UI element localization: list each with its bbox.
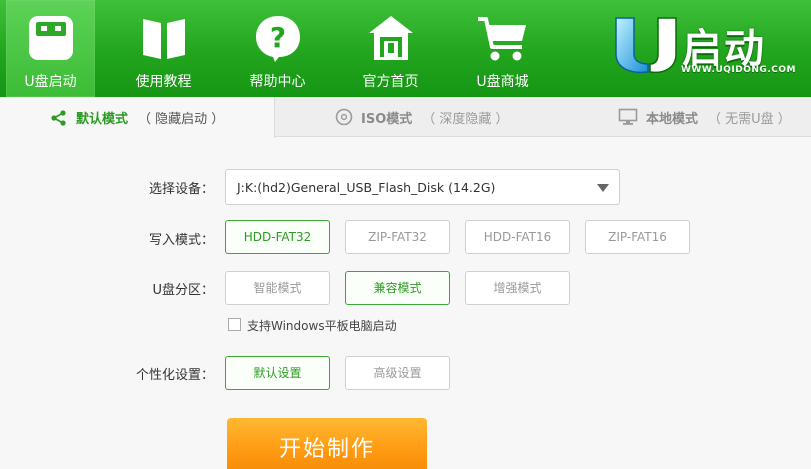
- write-mode-label: 写入模式：: [148, 233, 214, 248]
- nav-item-label: 帮助中心: [249, 74, 306, 90]
- app-window: U盘启动 使用教程 ? 帮助中心 官方首页 U盘商城 启动 WWW.UQIDON…: [0, 0, 811, 469]
- svg-text:?: ?: [269, 21, 285, 54]
- write-mode-hdd-fat16[interactable]: HDD-FAT16: [465, 220, 570, 254]
- personalize-label: 个性化设置：: [135, 368, 214, 383]
- book-icon: [139, 13, 189, 67]
- chevron-down-icon: [597, 184, 609, 192]
- nav-item-tutorial[interactable]: 使用教程: [119, 0, 208, 97]
- monitor-icon: [618, 108, 638, 125]
- nav-item-label: 使用教程: [135, 74, 192, 90]
- device-select[interactable]: J:K:(hd2)General_USB_Flash_Disk (14.2G): [225, 169, 620, 205]
- partition-label: U盘分区：: [152, 283, 214, 298]
- tab-default-mode[interactable]: 默认模式 （ 隐藏启动 ）: [0, 97, 275, 138]
- disc-icon: [335, 108, 353, 126]
- share-nodes-icon: [51, 109, 66, 126]
- nav-item-shop[interactable]: U盘商城: [458, 0, 547, 97]
- start-making-button[interactable]: 开始制作: [227, 418, 427, 469]
- top-nav-bar: U盘启动 使用教程 ? 帮助中心 官方首页 U盘商城 启动 WWW.UQIDON…: [0, 0, 811, 97]
- help-icon: ?: [253, 13, 303, 67]
- tab-local-mode[interactable]: 本地模式 （ 无需U盘 ）: [560, 97, 811, 137]
- tablet-boot-checkbox[interactable]: [228, 318, 241, 331]
- tab-subtitle: （ 隐藏启动 ）: [138, 112, 225, 127]
- partition-smart-mode[interactable]: 智能模式: [225, 271, 330, 305]
- usb-drive-icon: [26, 13, 76, 67]
- cart-icon: [476, 13, 530, 67]
- start-making-button-label: 开始制作: [278, 437, 375, 462]
- tab-iso-mode[interactable]: ISO模式 （ 深度隐藏 ）: [276, 97, 536, 137]
- tablet-boot-checkbox-label[interactable]: 支持Windows平板电脑启动: [247, 317, 397, 334]
- write-mode-zip-fat16[interactable]: ZIP-FAT16: [585, 220, 690, 254]
- nav-item-label: U盘商城: [476, 74, 529, 90]
- tab-title: 本地模式: [646, 111, 699, 127]
- advanced-settings-button[interactable]: 高级设置: [345, 356, 450, 390]
- write-mode-zip-fat32[interactable]: ZIP-FAT32: [345, 220, 450, 254]
- brand-url: WWW.UQIDONG.COM: [681, 65, 796, 75]
- device-label: 选择设备：: [148, 182, 214, 197]
- nav-item-label: 官方首页: [362, 74, 419, 90]
- tab-subtitle: （ 深度隐藏 ）: [422, 111, 509, 127]
- default-settings-button[interactable]: 默认设置: [225, 356, 330, 390]
- tab-title: 默认模式: [76, 112, 129, 127]
- tab-subtitle: （ 无需U盘 ）: [708, 111, 791, 127]
- tab-title: ISO模式: [361, 111, 413, 127]
- write-mode-hdd-fat32[interactable]: HDD-FAT32: [225, 220, 330, 254]
- partition-enhanced-mode[interactable]: 增强模式: [465, 271, 570, 305]
- nav-item-label: U盘启动: [24, 74, 77, 90]
- nav-item-home[interactable]: 官方首页: [346, 0, 435, 97]
- device-select-value: J:K:(hd2)General_USB_Flash_Disk (14.2G): [237, 180, 496, 195]
- home-icon: [366, 13, 416, 67]
- mode-tabs: 默认模式 （ 隐藏启动 ） ISO模式 （ 深度隐藏 ） 本地模式 （ 无需U盘…: [0, 97, 811, 138]
- partition-compatible-mode[interactable]: 兼容模式: [345, 271, 450, 305]
- nav-item-help[interactable]: ? 帮助中心: [233, 0, 322, 97]
- nav-item-usb-boot[interactable]: U盘启动: [6, 0, 95, 97]
